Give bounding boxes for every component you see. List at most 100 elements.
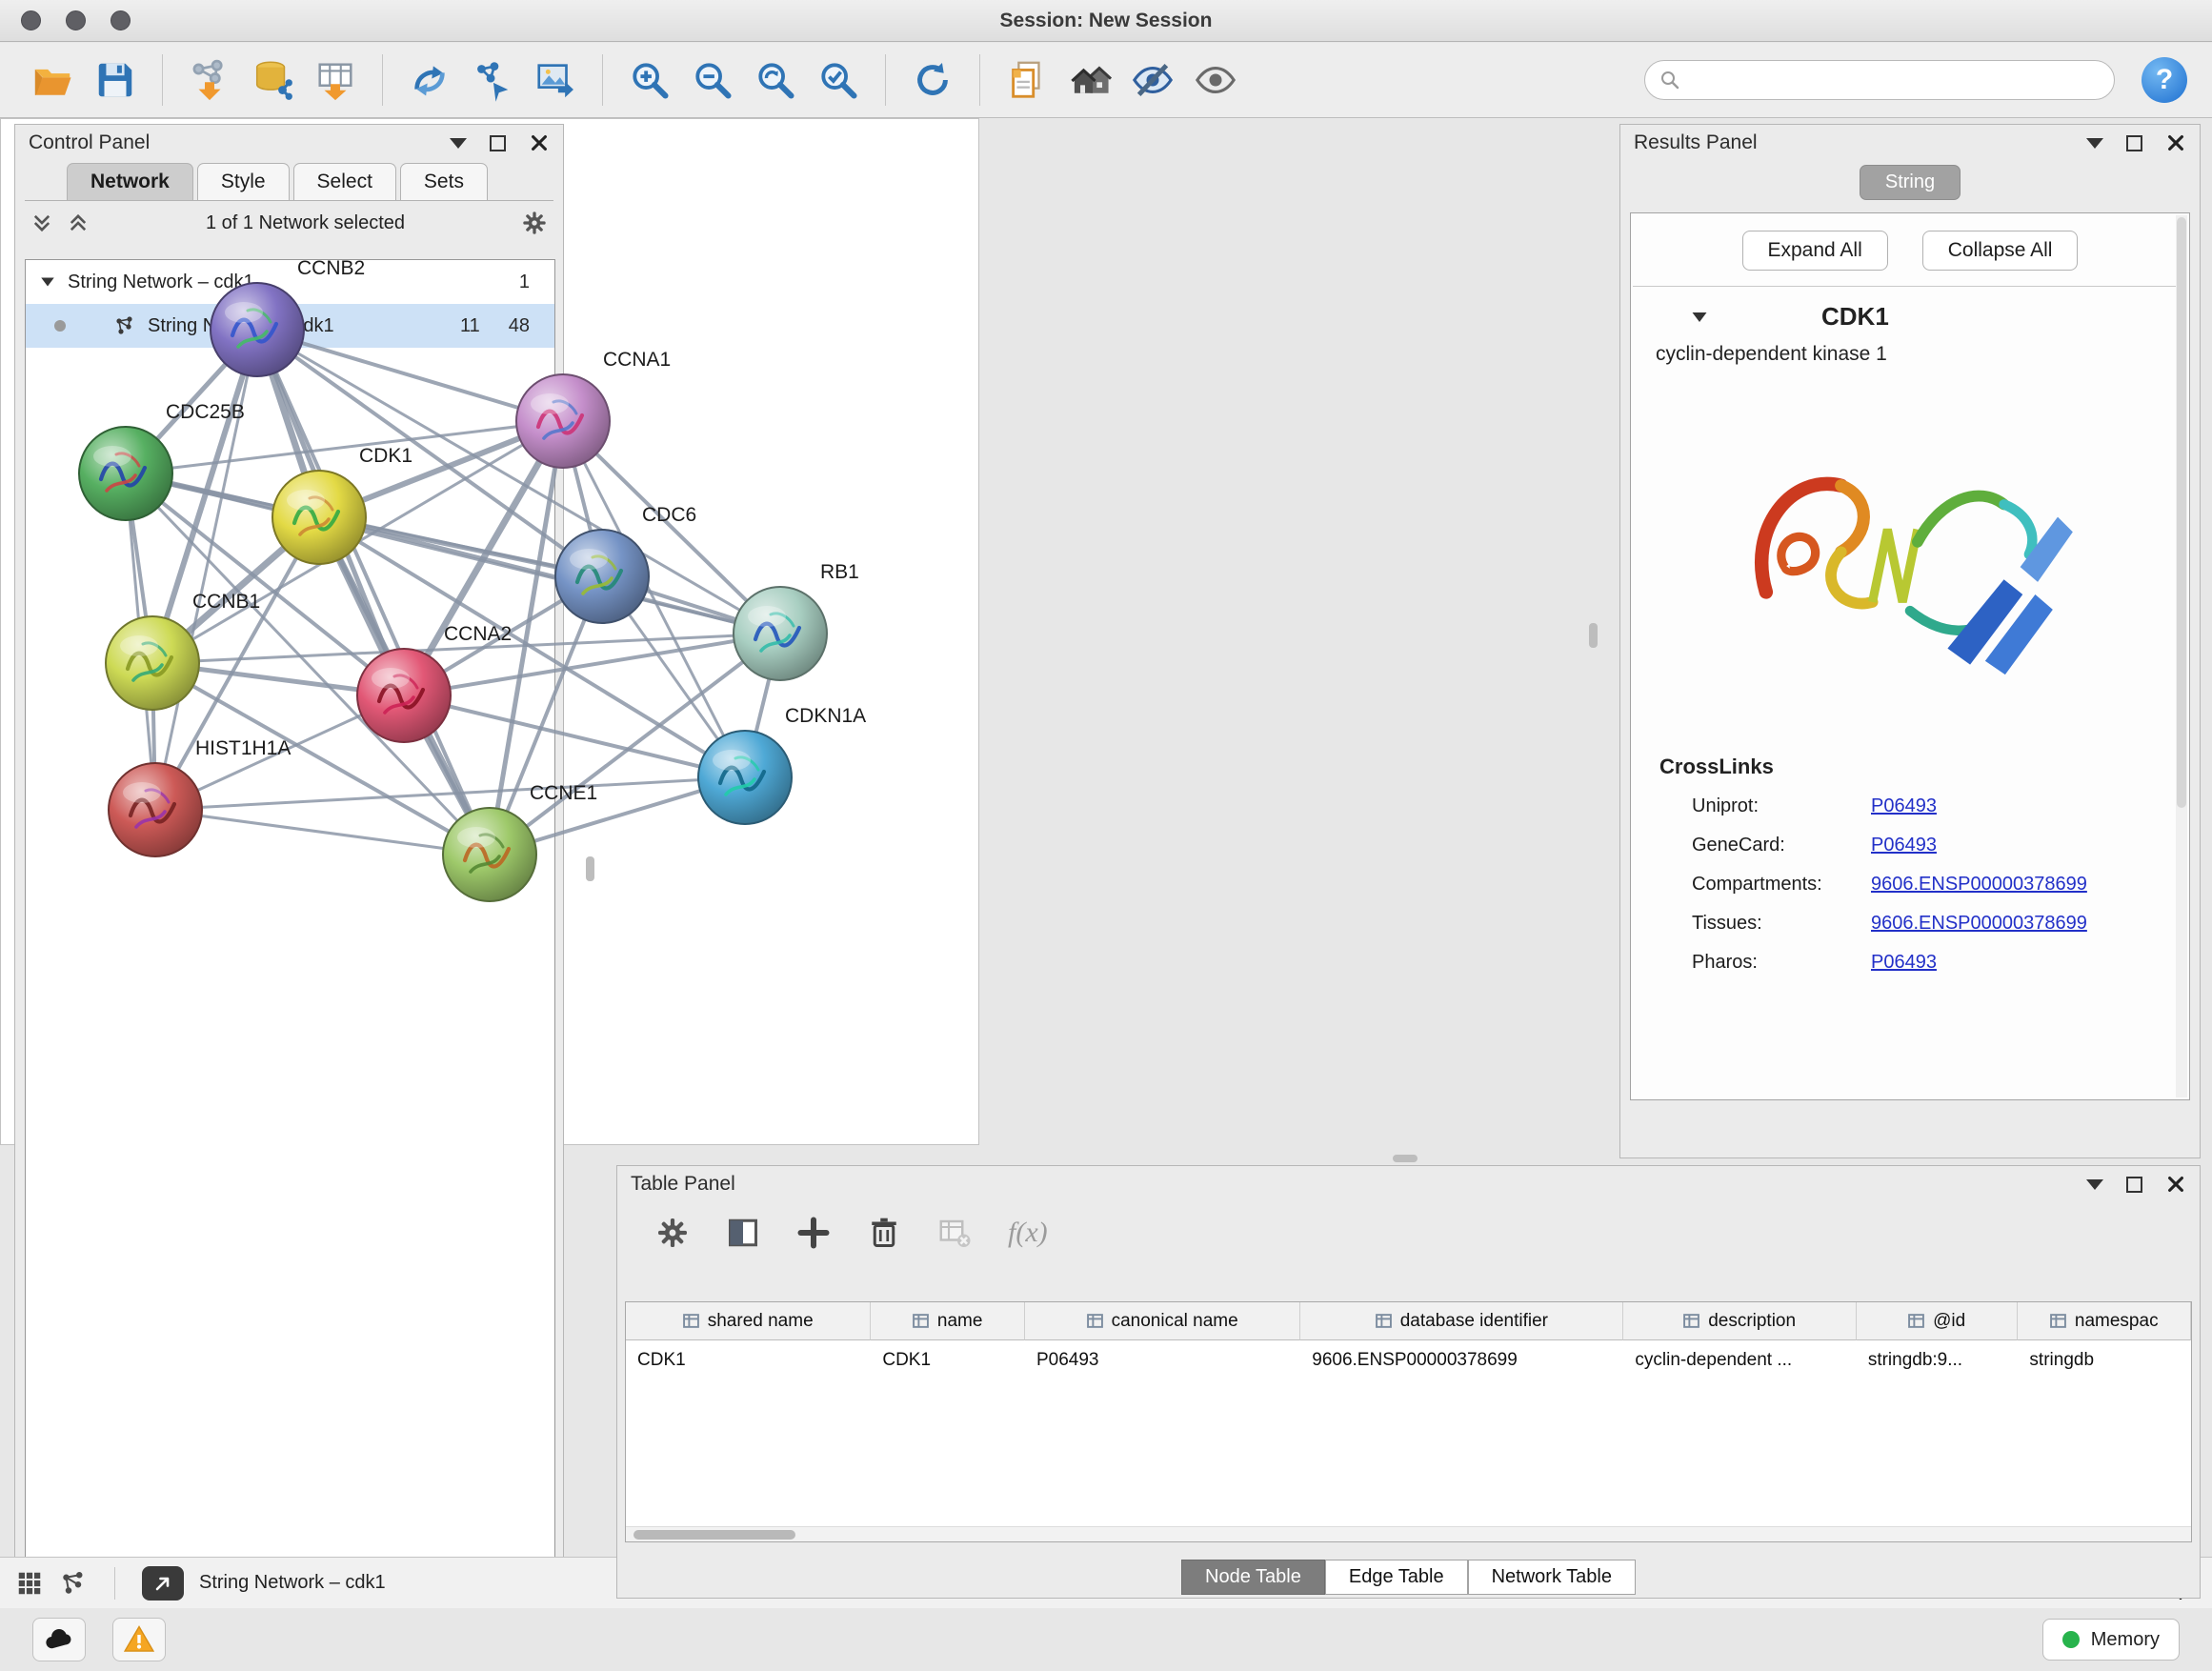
table-cell[interactable]: P06493 — [1025, 1340, 1300, 1380]
warnings-button[interactable] — [112, 1618, 166, 1661]
grid-view-icon[interactable] — [15, 1569, 44, 1598]
crosslink-value-link[interactable]: P06493 — [1871, 835, 1937, 856]
add-column-plus-icon[interactable] — [796, 1216, 831, 1250]
homes-button[interactable] — [1062, 51, 1117, 109]
show-columns-icon[interactable] — [726, 1216, 760, 1250]
column-header-@id[interactable]: @id — [1857, 1302, 2019, 1340]
import-table-file-button[interactable] — [308, 51, 363, 109]
hide-button[interactable] — [1125, 51, 1180, 109]
birdseye-view-button[interactable] — [142, 1566, 184, 1601]
splitter-handle[interactable] — [1393, 1155, 1418, 1162]
statusbar-separator — [114, 1567, 115, 1600]
column-header-namespac[interactable]: namespac — [2018, 1302, 2191, 1340]
table-hscrollbar[interactable] — [626, 1526, 2191, 1541]
table-cell[interactable]: stringdb — [2018, 1340, 2191, 1380]
table-body: CDK1CDK1P064939606.ENSP00000378699cyclin… — [626, 1340, 2191, 1380]
window-titlebar: Session: New Session — [0, 0, 2212, 42]
network-node-CDKN1A[interactable]: CDKN1A — [698, 705, 866, 824]
close-panel-icon[interactable] — [2165, 132, 2186, 153]
table-cell[interactable]: cyclin-dependent ... — [1623, 1340, 1856, 1380]
import-network-file-button[interactable] — [182, 51, 237, 109]
search-input[interactable] — [1691, 70, 2101, 91]
column-header-description[interactable]: description — [1623, 1302, 1856, 1340]
column-header-label: database identifier — [1400, 1311, 1548, 1332]
tab-network-table[interactable]: Network Table — [1468, 1560, 1636, 1595]
refresh-layout-button[interactable] — [905, 51, 960, 109]
section-expander-icon[interactable] — [1690, 308, 1709, 327]
column-type-icon — [1908, 1313, 1924, 1329]
tab-node-table[interactable]: Node Table — [1181, 1560, 1325, 1595]
panel-menu-icon[interactable] — [2086, 138, 2103, 149]
zoom-selected-button[interactable] — [811, 51, 866, 109]
crosslink-value-link[interactable]: P06493 — [1871, 795, 1937, 817]
network-node-HIST1H1A[interactable]: HIST1H1A — [109, 737, 291, 856]
minimize-window-button[interactable] — [66, 10, 86, 30]
memory-button[interactable]: Memory — [2042, 1619, 2180, 1661]
column-header-label: description — [1708, 1311, 1796, 1332]
results-panel-header: Results Panel — [1620, 125, 2200, 161]
float-panel-icon[interactable] — [2126, 1177, 2142, 1193]
protein-structure-image — [1719, 379, 2101, 730]
table-cell[interactable]: CDK1 — [871, 1340, 1025, 1380]
network-view-icon[interactable] — [59, 1569, 88, 1598]
homes-icon — [1068, 58, 1112, 102]
crosslink-label: Compartments: — [1692, 874, 1871, 896]
table-row[interactable]: CDK1CDK1P064939606.ENSP00000378699cyclin… — [626, 1340, 2191, 1380]
documents-icon — [1005, 58, 1049, 102]
results-scrollbar[interactable] — [2176, 215, 2187, 1097]
crosslink-row: GeneCard:P06493 — [1631, 826, 2189, 865]
table-cell[interactable]: CDK1 — [626, 1340, 871, 1380]
network-node-CCNB2[interactable]: CCNB2 — [211, 257, 365, 376]
table-cell[interactable]: stringdb:9... — [1857, 1340, 2019, 1380]
network-node-CDK1[interactable]: CDK1 — [272, 445, 412, 564]
column-header-canonical-name[interactable]: canonical name — [1025, 1302, 1300, 1340]
crosslink-value-link[interactable]: 9606.ENSP00000378699 — [1871, 874, 2087, 896]
network-graph[interactable]: CCNB2CCNA1CDC25BCDK1CDC6RB1CCNB1CCNA2CDK… — [0, 118, 977, 1092]
maximize-window-button[interactable] — [111, 10, 131, 30]
show-button[interactable] — [1188, 51, 1243, 109]
crosslink-value-link[interactable]: P06493 — [1871, 952, 1937, 974]
network-node-CCNB1[interactable]: CCNB1 — [106, 591, 260, 710]
tab-edge-table[interactable]: Edge Table — [1325, 1560, 1468, 1595]
zoom-fit-button[interactable] — [748, 51, 803, 109]
close-panel-icon[interactable] — [2165, 1174, 2186, 1195]
network-node-CCNA1[interactable]: CCNA1 — [516, 349, 671, 468]
cloud-button[interactable] — [32, 1618, 86, 1661]
memory-status-icon — [2062, 1631, 2080, 1648]
panel-menu-icon[interactable] — [2086, 1179, 2103, 1190]
delete-column-trash-icon[interactable] — [867, 1216, 901, 1250]
collapse-all-button[interactable]: Collapse All — [1922, 231, 2079, 271]
results-panel-title: Results Panel — [1634, 131, 1758, 154]
table-cell[interactable]: 9606.ENSP00000378699 — [1300, 1340, 1623, 1380]
crosslink-value-link[interactable]: 9606.ENSP00000378699 — [1871, 913, 2087, 935]
import-table-file-icon — [313, 58, 357, 102]
network-canvas[interactable]: CCNB2CCNA1CDC25BCDK1CDC6RB1CCNB1CCNA2CDK… — [0, 118, 979, 1145]
export-image-button[interactable] — [528, 51, 583, 109]
column-header-database-identifier[interactable]: database identifier — [1300, 1302, 1623, 1340]
column-header-name[interactable]: name — [871, 1302, 1025, 1340]
tab-string[interactable]: String — [1860, 165, 1961, 200]
expand-all-button[interactable]: Expand All — [1742, 231, 1888, 271]
open-session-button[interactable] — [25, 51, 80, 109]
new-network-from-selection-button[interactable] — [465, 51, 520, 109]
zoom-in-button[interactable] — [622, 51, 677, 109]
save-floppy-icon — [93, 58, 137, 102]
splitter-handle[interactable] — [586, 856, 594, 881]
float-panel-icon[interactable] — [2126, 135, 2142, 151]
column-type-icon — [683, 1313, 699, 1329]
splitter-handle[interactable] — [1589, 623, 1598, 648]
column-header-shared-name[interactable]: shared name — [626, 1302, 871, 1340]
network-node-RB1[interactable]: RB1 — [734, 561, 859, 680]
toolbar-search[interactable] — [1644, 60, 2115, 100]
help-button[interactable]: ? — [2142, 57, 2187, 103]
export-image-icon — [533, 58, 577, 102]
import-network-database-button[interactable] — [245, 51, 300, 109]
save-session-button[interactable] — [88, 51, 143, 109]
documents-button[interactable] — [999, 51, 1055, 109]
zoom-out-button[interactable] — [685, 51, 740, 109]
close-window-button[interactable] — [21, 10, 41, 30]
network-arrows-button[interactable] — [402, 51, 457, 109]
table-settings-gear-icon[interactable] — [655, 1216, 690, 1250]
table-panel-title: Table Panel — [631, 1173, 735, 1196]
import-network-database-icon — [251, 58, 294, 102]
